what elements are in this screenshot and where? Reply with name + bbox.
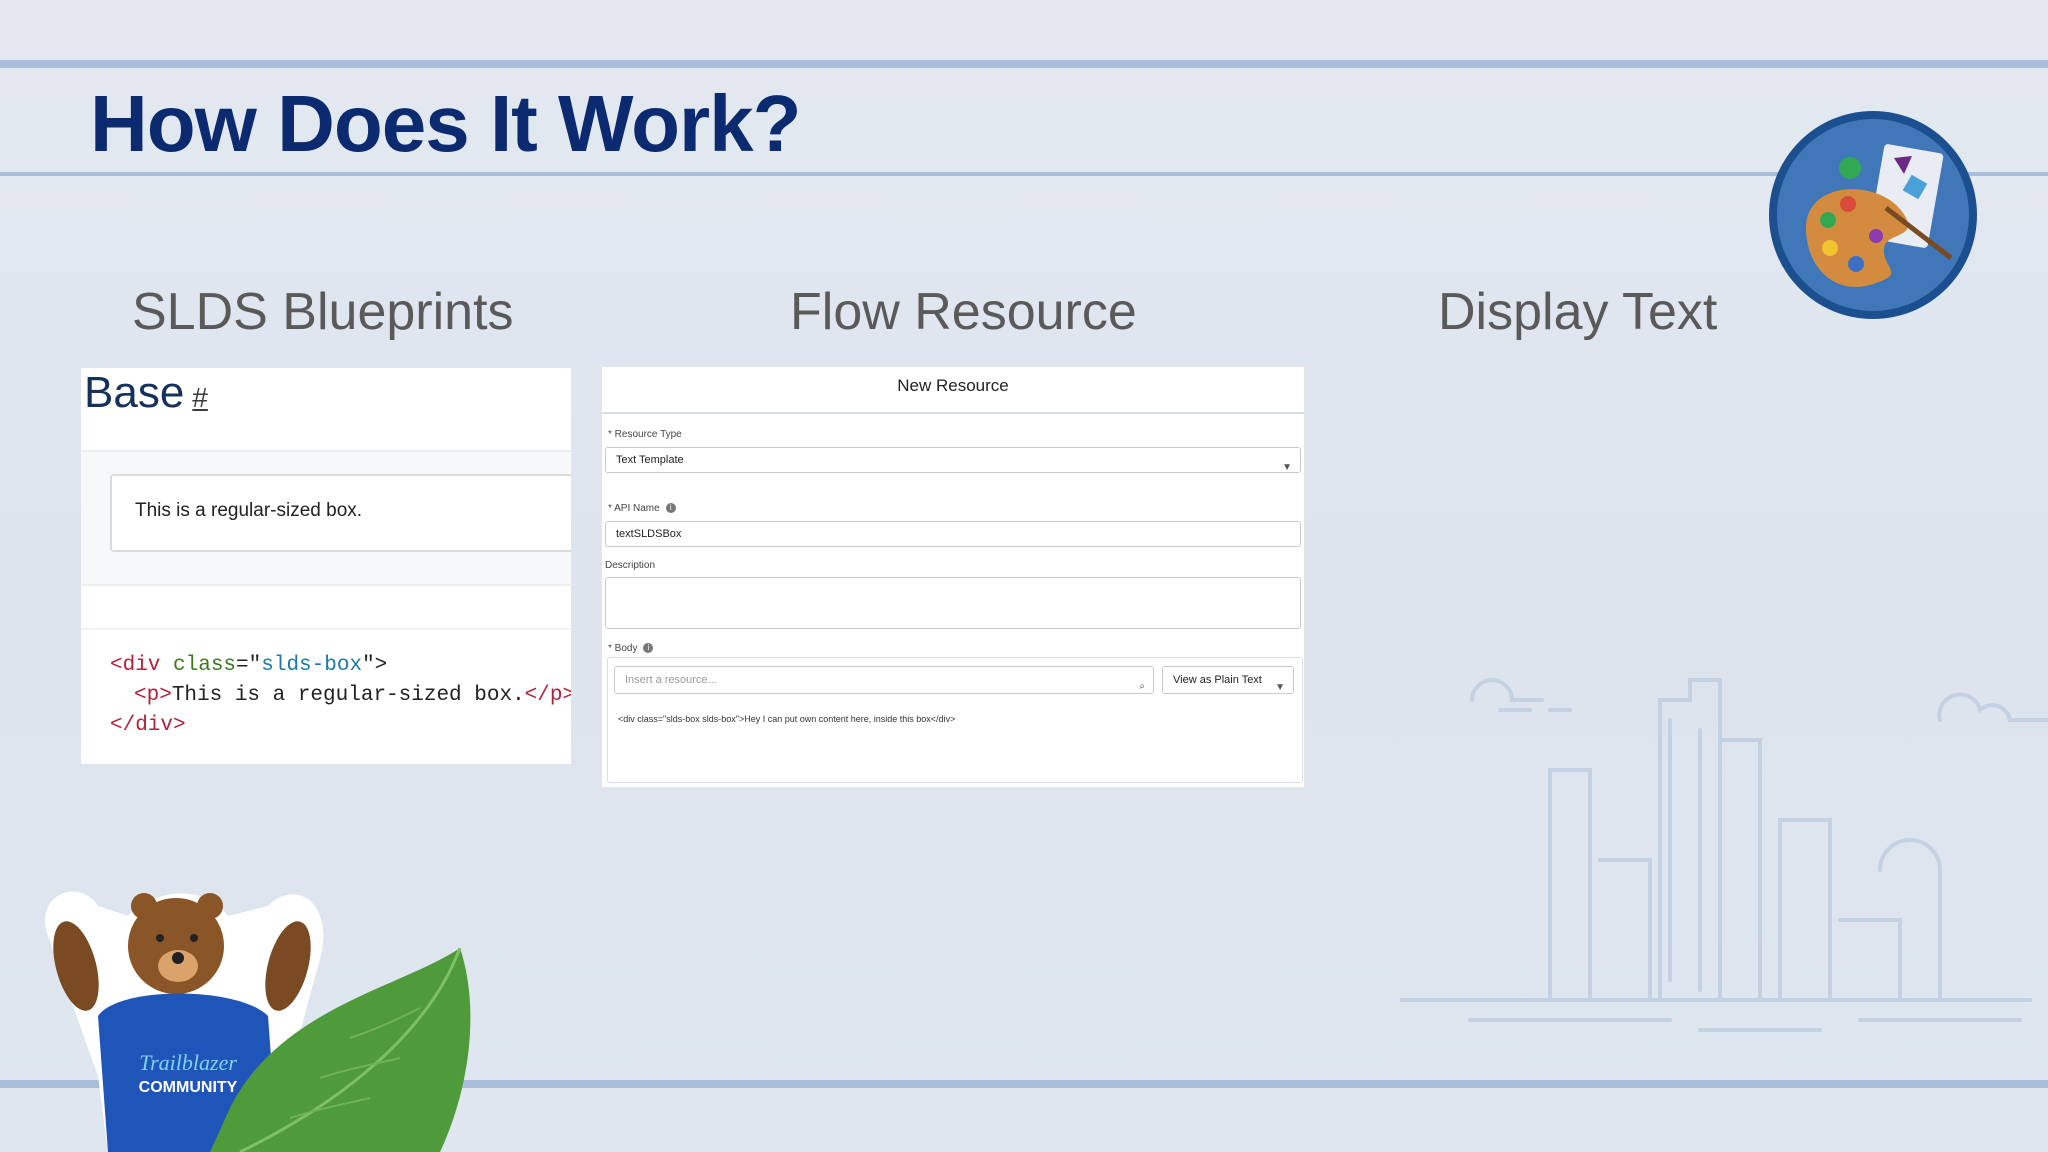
code-line-2: <p>This is a regular-sized box.</p> xyxy=(134,684,571,707)
api-name-label: * API Name i xyxy=(608,503,676,514)
body-text: <div class="slds-box slds-box">Hey I can… xyxy=(618,714,956,724)
body-label: * Body i xyxy=(608,643,654,654)
view-mode-select[interactable]: View as Plain Text ▼ xyxy=(1162,666,1294,694)
code-close: "> xyxy=(362,654,388,677)
api-name-label-text: * API Name xyxy=(608,503,660,514)
code-sample: <div class="slds-box"> <p>This is a regu… xyxy=(81,628,571,764)
description-label: Description xyxy=(605,560,656,571)
info-icon[interactable]: i xyxy=(643,643,654,654)
column-heading-slds-blueprints: SLDS Blueprints xyxy=(132,283,514,341)
city-skyline-illustration xyxy=(1400,678,2048,1032)
example-preview-area: This is a regular-sized box. xyxy=(81,450,571,586)
search-icon: ⌕ xyxy=(1139,681,1145,692)
insert-resource-input[interactable]: Insert a resource... ⌕ xyxy=(614,666,1154,694)
column-heading-display-text: Display Text xyxy=(1438,283,1718,341)
flow-new-resource-screenshot: New Resource * Resource Type Text Templa… xyxy=(601,366,1305,788)
leaf-decoration xyxy=(210,948,471,1152)
resource-type-label: * Resource Type xyxy=(608,429,682,440)
example-box: This is a regular-sized box. xyxy=(110,474,571,552)
view-mode-value: View as Plain Text xyxy=(1173,674,1262,686)
column-heading-flow-resource: Flow Resource xyxy=(790,283,1137,341)
info-icon[interactable]: i xyxy=(665,503,676,514)
api-name-input[interactable]: textSLDSBox xyxy=(605,521,1301,547)
base-heading: Base # xyxy=(84,368,208,418)
code-eq: =" xyxy=(236,654,262,677)
resource-type-value: Text Template xyxy=(616,454,684,466)
code-line-1: <div class="slds-box"> xyxy=(110,654,387,677)
chevron-down-icon: ▼ xyxy=(1282,462,1292,473)
title-underline-rule xyxy=(0,172,2048,176)
code-text: This is a regular-sized box. xyxy=(171,684,525,707)
resource-type-select[interactable]: Text Template ▼ xyxy=(605,447,1301,473)
code-tag: </p> xyxy=(524,684,571,707)
insert-resource-placeholder: Insert a resource... xyxy=(625,674,717,686)
top-rule xyxy=(0,60,2048,68)
code-attr: class xyxy=(173,654,237,677)
anchor-link[interactable]: # xyxy=(192,382,208,413)
chevron-down-icon: ▼ xyxy=(1275,682,1285,693)
slide-title: How Does It Work? xyxy=(90,79,801,168)
slds-blueprint-screenshot: Base # This is a regular-sized box. <div … xyxy=(81,368,571,764)
code-value: slds-box xyxy=(261,654,363,677)
body-editor[interactable]: Insert a resource... ⌕ View as Plain Tex… xyxy=(607,657,1303,783)
base-heading-text: Base xyxy=(84,368,185,417)
description-textarea[interactable] xyxy=(605,577,1301,629)
body-label-text: * Body xyxy=(608,643,638,654)
example-box-text: This is a regular-sized box. xyxy=(135,500,363,521)
code-tag: <div xyxy=(110,654,174,677)
code-line-3: </div> xyxy=(110,714,186,737)
code-tag: <p> xyxy=(134,684,172,707)
art-palette-badge-icon xyxy=(1769,111,1977,319)
new-resource-header: New Resource xyxy=(602,367,1304,414)
